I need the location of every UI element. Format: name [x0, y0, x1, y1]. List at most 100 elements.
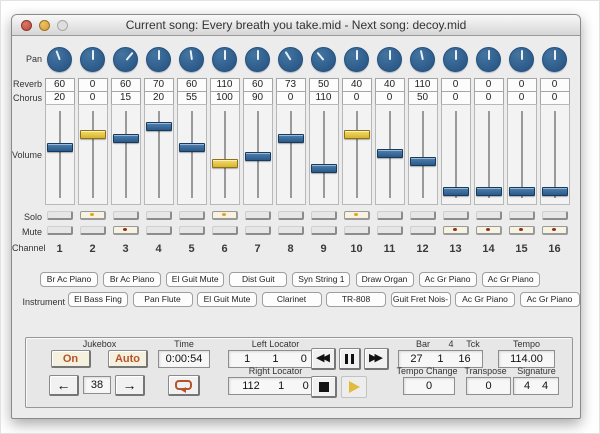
volume-slider-ch8[interactable]	[275, 104, 306, 205]
solo-button-ch7[interactable]	[244, 211, 271, 220]
right-locator-display[interactable]: 112 1 0	[228, 377, 323, 395]
mute-button-ch5[interactable]	[178, 226, 205, 235]
volume-slider-ch4[interactable]	[143, 104, 174, 205]
solo-button-ch2[interactable]	[79, 211, 106, 220]
signature-display[interactable]: 44	[513, 377, 559, 395]
volume-slider-ch12[interactable]	[407, 104, 438, 205]
mute-button-ch16[interactable]	[541, 226, 568, 235]
pan-knob-ch11[interactable]	[377, 47, 402, 72]
reverb-value-ch9[interactable]: 50	[308, 78, 339, 92]
chorus-value-ch1[interactable]: 20	[44, 91, 75, 105]
titlebar[interactable]: Current song: Every breath you take.mid …	[12, 15, 580, 36]
chorus-value-ch7[interactable]: 90	[242, 91, 273, 105]
pan-knob-ch15[interactable]	[509, 47, 534, 72]
pan-knob-ch7[interactable]	[245, 47, 270, 72]
reverb-value-ch8[interactable]: 73	[275, 78, 306, 92]
chorus-value-ch6[interactable]: 100	[209, 91, 240, 105]
mute-button-ch13[interactable]	[442, 226, 469, 235]
chorus-value-ch4[interactable]: 20	[143, 91, 174, 105]
solo-button-ch9[interactable]	[310, 211, 337, 220]
reverb-value-ch10[interactable]: 40	[341, 78, 372, 92]
volume-slider-ch16[interactable]	[539, 104, 570, 205]
loop-button[interactable]	[168, 375, 200, 396]
instrument-button-ch1[interactable]: Br Ac Piano	[40, 272, 98, 287]
chorus-value-ch10[interactable]: 0	[341, 91, 372, 105]
reverb-value-ch7[interactable]: 60	[242, 78, 273, 92]
mute-button-ch8[interactable]	[277, 226, 304, 235]
song-number-display[interactable]: 38	[83, 376, 111, 394]
jukebox-auto-button[interactable]: Auto	[108, 350, 148, 368]
chorus-value-ch9[interactable]: 110	[308, 91, 339, 105]
volume-thumb-ch3[interactable]	[112, 134, 139, 144]
pan-knob-ch9[interactable]	[311, 47, 336, 72]
solo-button-ch3[interactable]	[112, 211, 139, 220]
volume-thumb-ch5[interactable]	[178, 143, 205, 153]
chorus-value-ch13[interactable]: 0	[440, 91, 471, 105]
mute-button-ch10[interactable]	[343, 226, 370, 235]
volume-thumb-ch15[interactable]	[508, 186, 535, 196]
chorus-value-ch16[interactable]: 0	[539, 91, 570, 105]
chorus-value-ch12[interactable]: 50	[407, 91, 438, 105]
pan-knob-ch5[interactable]	[179, 47, 204, 72]
solo-button-ch1[interactable]	[46, 211, 73, 220]
next-song-button[interactable]: →	[115, 375, 145, 396]
volume-thumb-ch14[interactable]	[475, 186, 502, 196]
volume-thumb-ch6[interactable]	[211, 159, 238, 169]
instrument-button-ch7[interactable]: Dist Guit	[229, 272, 288, 287]
transpose-display[interactable]: 0	[466, 377, 511, 395]
pan-knob-ch6[interactable]	[212, 47, 237, 72]
pan-knob-ch13[interactable]	[443, 47, 468, 72]
solo-button-ch12[interactable]	[409, 211, 436, 220]
chorus-value-ch5[interactable]: 55	[176, 91, 207, 105]
volume-thumb-ch16[interactable]	[541, 186, 568, 196]
reverb-value-ch5[interactable]: 60	[176, 78, 207, 92]
volume-thumb-ch12[interactable]	[409, 157, 436, 167]
solo-button-ch16[interactable]	[541, 211, 568, 220]
instrument-button-ch3[interactable]: Br Ac Piano	[103, 272, 162, 287]
solo-button-ch10[interactable]	[343, 211, 370, 220]
reverb-value-ch12[interactable]: 110	[407, 78, 438, 92]
mute-button-ch1[interactable]	[46, 226, 73, 235]
rewind-button[interactable]: ◀◀	[311, 348, 336, 370]
volume-thumb-ch4[interactable]	[145, 122, 172, 132]
mute-button-ch12[interactable]	[409, 226, 436, 235]
volume-slider-ch2[interactable]	[77, 104, 108, 205]
mute-button-ch7[interactable]	[244, 226, 271, 235]
volume-slider-ch5[interactable]	[176, 104, 207, 205]
volume-thumb-ch13[interactable]	[442, 186, 469, 196]
solo-button-ch8[interactable]	[277, 211, 304, 220]
instrument-button-ch5[interactable]: El Guit Mute	[166, 272, 225, 287]
fast-forward-button[interactable]: ▶▶	[364, 348, 389, 370]
volume-slider-ch14[interactable]	[473, 104, 504, 205]
volume-thumb-ch11[interactable]	[376, 149, 403, 159]
reverb-value-ch13[interactable]: 0	[440, 78, 471, 92]
play-button[interactable]	[341, 376, 367, 398]
solo-button-ch4[interactable]	[145, 211, 172, 220]
reverb-value-ch4[interactable]: 70	[143, 78, 174, 92]
previous-song-button[interactable]: ←	[49, 375, 79, 396]
solo-button-ch15[interactable]	[508, 211, 535, 220]
volume-slider-ch3[interactable]	[110, 104, 141, 205]
chorus-value-ch2[interactable]: 0	[77, 91, 108, 105]
volume-slider-ch1[interactable]	[44, 104, 75, 205]
volume-slider-ch11[interactable]	[374, 104, 405, 205]
instrument-button-ch4[interactable]: Pan Flute	[132, 292, 193, 307]
stop-button[interactable]	[311, 376, 337, 398]
instrument-button-ch14[interactable]: Ac Gr Piano	[455, 292, 515, 307]
mute-button-ch11[interactable]	[376, 226, 403, 235]
mute-button-ch6[interactable]	[211, 226, 238, 235]
volume-slider-ch7[interactable]	[242, 104, 273, 205]
instrument-button-ch2[interactable]: El Bass Fing	[68, 292, 128, 307]
pan-knob-ch2[interactable]	[80, 47, 105, 72]
reverb-value-ch15[interactable]: 0	[506, 78, 537, 92]
instrument-button-ch16[interactable]: Ac Gr Piano	[519, 292, 580, 307]
chorus-value-ch3[interactable]: 15	[110, 91, 141, 105]
pan-knob-ch16[interactable]	[542, 47, 567, 72]
instrument-button-ch6[interactable]: El Guit Mute	[197, 292, 257, 307]
pan-knob-ch1[interactable]	[47, 47, 72, 72]
volume-thumb-ch2[interactable]	[79, 129, 106, 139]
instrument-button-ch8[interactable]: Clarinet	[261, 292, 322, 307]
solo-button-ch13[interactable]	[442, 211, 469, 220]
solo-button-ch6[interactable]	[211, 211, 238, 220]
pan-knob-ch3[interactable]	[113, 47, 138, 72]
